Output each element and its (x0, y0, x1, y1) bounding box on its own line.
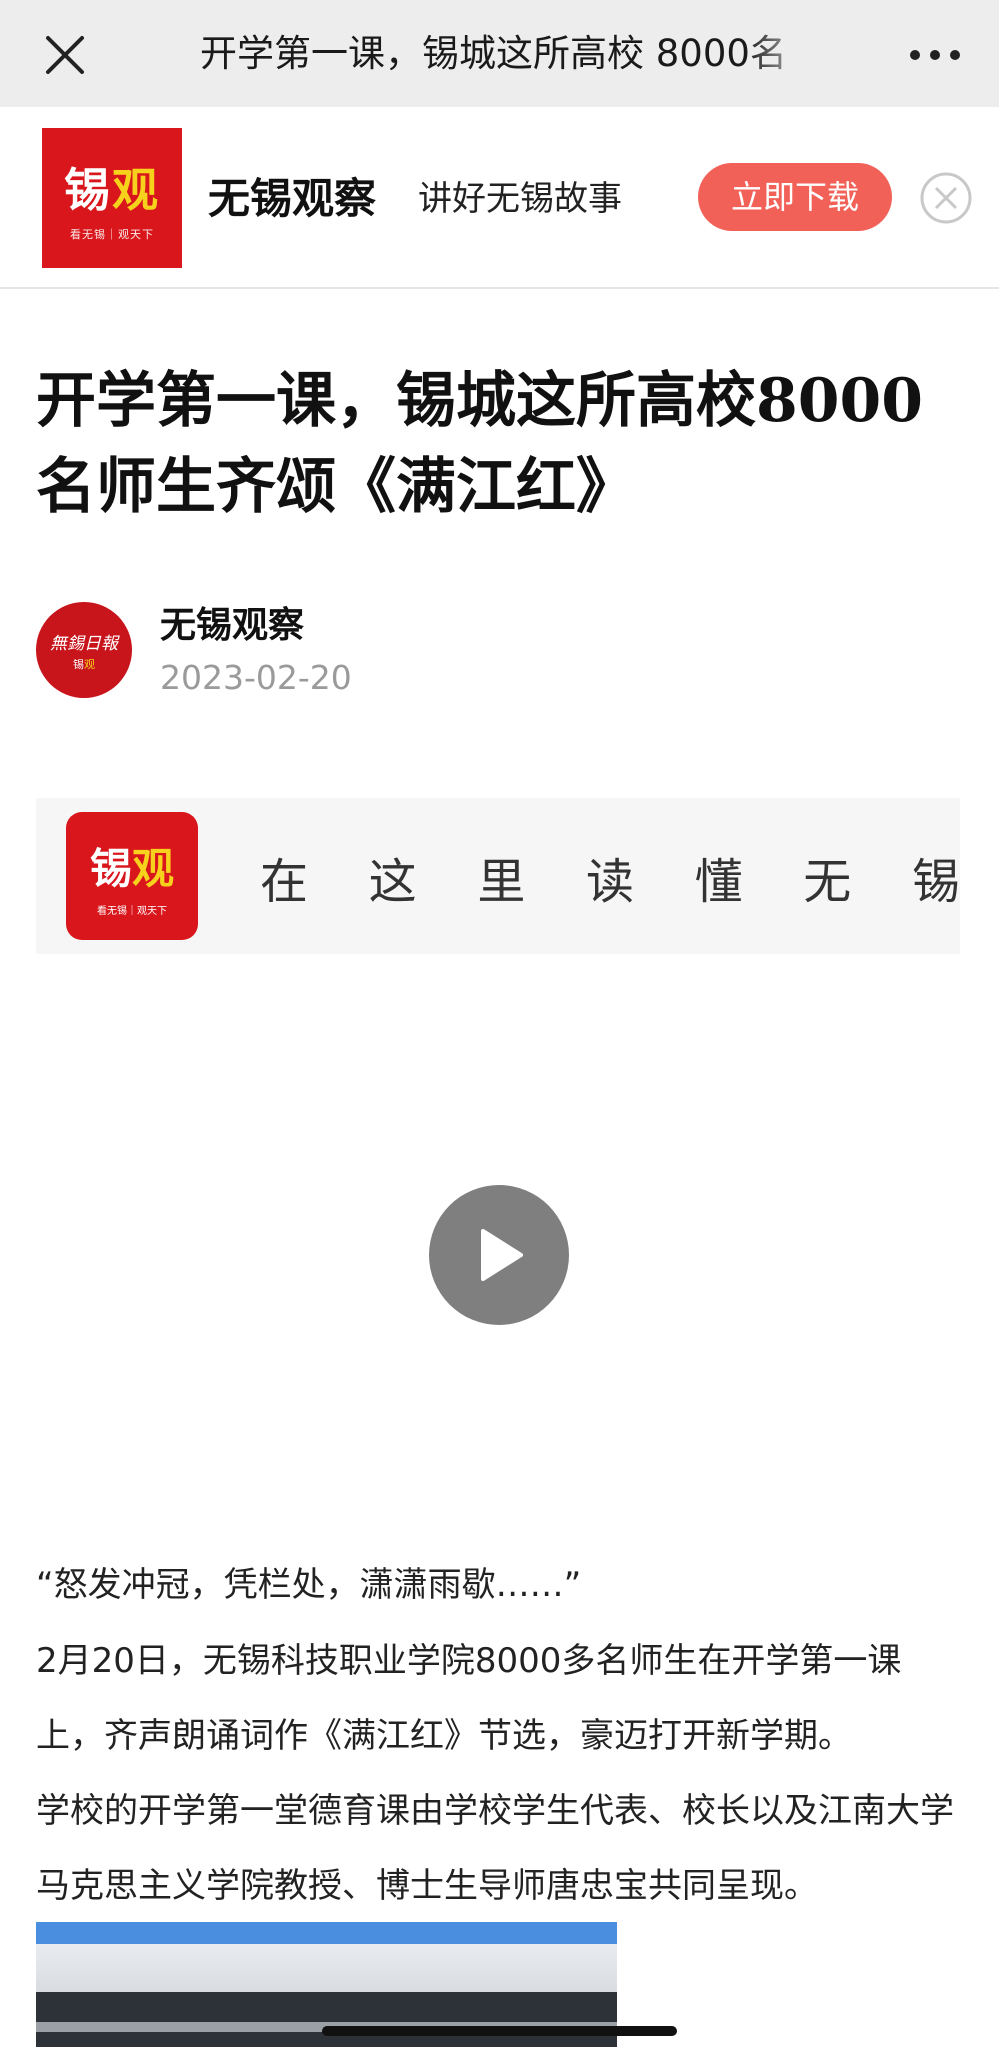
article-quote: “怒发冲冠，凭栏处，潇潇雨歇……” (36, 1565, 582, 1605)
close-icon[interactable] (44, 34, 86, 76)
article-headline: 开学第一课，锡城这所高校8000名师生齐颂《满江红》 (36, 366, 923, 522)
article-paragraph: 学校的开学第一堂德育课由学校学生代表、校长以及江南大学马克思主义学院教授、博士生… (36, 1791, 954, 1906)
video-header-banner: 锡观 看无锡｜观天下 在 这 里 读 懂 无 锡 (36, 798, 960, 954)
avatar-subtext: 锡观 (73, 657, 95, 671)
app-logo[interactable]: 锡观 看无锡｜观天下 (42, 128, 182, 268)
play-icon (481, 1229, 523, 1281)
publish-date: 2023-02-20 (160, 658, 352, 697)
nav-title: 开学第一课，锡城这所高校 8000名 (200, 32, 787, 75)
avatar-text: 無錫日報 (50, 633, 118, 654)
more-icon[interactable] (905, 40, 965, 70)
video-slogan: 在 这 里 读 懂 无 锡 (260, 854, 960, 910)
banner-close-icon[interactable] (919, 171, 973, 225)
app-logo-text: 锡观 (64, 163, 160, 217)
download-button[interactable]: 立即下载 (698, 163, 892, 231)
author-avatar[interactable]: 無錫日報 锡观 (36, 602, 132, 698)
article-paragraph: 2月20日，无锡科技职业学院8000多名师生在开学第一课上，齐声朗诵词作《满江红… (36, 1641, 902, 1756)
video-play-button[interactable] (429, 1185, 569, 1325)
app-logo-tagline: 看无锡｜观天下 (70, 228, 154, 241)
author-name[interactable]: 无锡观察 (160, 596, 304, 648)
app-download-banner: 锡观 看无锡｜观天下 无锡观察 讲好无锡故事 立即下载 (0, 107, 999, 289)
video-app-logo: 锡观 看无锡｜观天下 (66, 812, 198, 940)
app-name: 无锡观察 (208, 174, 377, 223)
home-indicator[interactable] (322, 2026, 677, 2036)
top-nav-bar: 开学第一课，锡城这所高校 8000名 (0, 0, 999, 107)
app-slogan: 讲好无锡故事 (418, 179, 622, 219)
